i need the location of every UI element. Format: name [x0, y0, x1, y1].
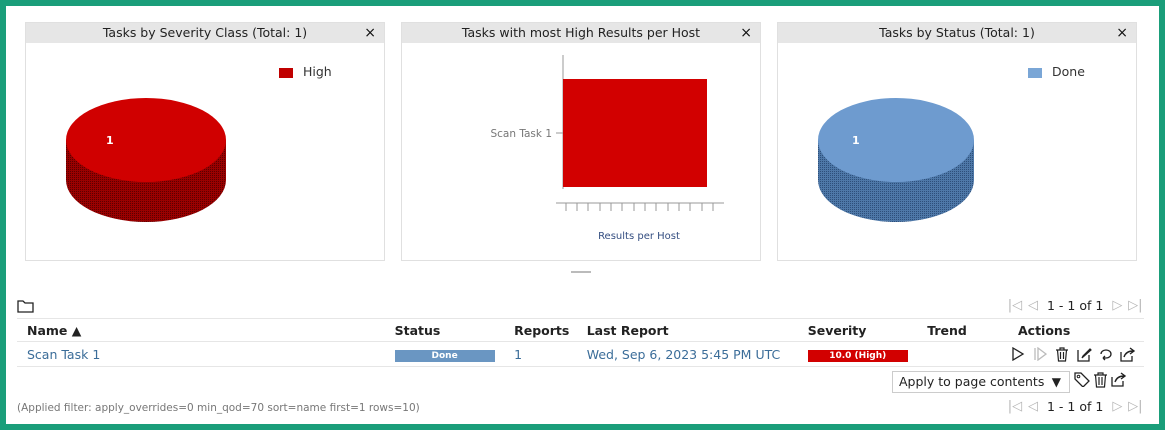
actions-cell: [1008, 341, 1144, 367]
prev-page-icon[interactable]: ◁: [1025, 399, 1041, 414]
last-report-link[interactable]: Wed, Sep 6, 2023 5:45 PM UTC: [576, 341, 798, 367]
pagination-top: |◁ ◁ 1 - 1 of 1 ▷ ▷|: [1007, 298, 1143, 313]
bulk-actions: [1074, 372, 1127, 392]
legend-item-high: High: [279, 64, 332, 79]
panel-header: Tasks by Status (Total: 1) ×: [778, 23, 1136, 43]
close-icon[interactable]: ×: [740, 23, 752, 43]
legend-swatch: [1028, 67, 1042, 78]
panel-header: Tasks with most High Results per Host ×: [402, 23, 760, 43]
hosts-bar-chart: Scan Task 1 Results per Host: [490, 55, 724, 242]
severity-chart-panel: Tasks by Severity Class (Total: 1) × 1 H…: [25, 22, 385, 261]
panel-title: Tasks with most High Results per Host: [461, 25, 701, 40]
start-icon[interactable]: [1008, 345, 1028, 363]
close-icon[interactable]: ×: [364, 23, 376, 43]
panel-title: Tasks by Severity Class (Total: 1): [102, 25, 308, 40]
page-frame: Tasks by Severity Class (Total: 1) × 1 H…: [6, 6, 1159, 424]
x-axis-ticks: [565, 203, 714, 211]
pie-slice-done[interactable]: [818, 98, 974, 182]
table-row: Scan Task 1 Done 1 Wed, Sep 6, 2023 5:45…: [17, 341, 1144, 367]
hosts-chart-panel: Tasks with most High Results per Host ×: [401, 22, 761, 261]
clone-icon[interactable]: [1096, 345, 1116, 363]
bulk-action-value: Apply to page contents: [899, 374, 1045, 389]
dashboard-resize-handle[interactable]: [571, 271, 591, 273]
column-header-name[interactable]: Name ▲: [17, 318, 385, 342]
legend-item-done: Done: [1028, 64, 1085, 79]
column-header-trend[interactable]: Trend: [917, 318, 1008, 342]
resume-icon[interactable]: [1030, 345, 1050, 363]
export-icon[interactable]: [1111, 372, 1127, 392]
task-name-link[interactable]: Scan Task 1: [17, 341, 385, 367]
chevron-down-icon: ▼: [1051, 375, 1061, 389]
next-page-icon[interactable]: ▷: [1109, 298, 1125, 313]
prev-page-icon[interactable]: ◁: [1025, 298, 1041, 313]
first-page-icon[interactable]: |◁: [1007, 399, 1023, 414]
pagination-bottom: |◁ ◁ 1 - 1 of 1 ▷ ▷|: [1007, 399, 1143, 414]
last-page-icon[interactable]: ▷|: [1127, 298, 1143, 313]
trash-icon[interactable]: [1093, 372, 1108, 392]
trash-icon[interactable]: [1052, 345, 1072, 363]
row-actions: [1008, 345, 1144, 363]
reports-count-link[interactable]: 1: [504, 341, 577, 367]
severity-cell: 10.0 (High): [797, 341, 918, 367]
bulk-action-select[interactable]: Apply to page contents ▼: [892, 371, 1070, 393]
edit-icon[interactable]: [1074, 345, 1094, 363]
x-axis-label: Results per Host: [598, 231, 680, 242]
status-cell: Done: [384, 341, 505, 367]
column-header-actions: Actions: [1008, 318, 1144, 342]
pagination-text: 1 - 1 of 1: [1047, 399, 1104, 414]
status-chart-panel: Tasks by Status (Total: 1) × 1 Done: [777, 22, 1137, 261]
pagination-text: 1 - 1 of 1: [1047, 298, 1104, 313]
y-tick-label: Scan Task 1: [490, 128, 552, 140]
close-icon[interactable]: ×: [1116, 23, 1128, 43]
applied-filter-text: (Applied filter: apply_overrides=0 min_q…: [17, 402, 420, 414]
export-icon[interactable]: [1118, 345, 1138, 363]
pie-slice-label: 1: [106, 134, 114, 147]
column-header-reports[interactable]: Reports: [504, 318, 577, 342]
pie-slice-label: 1: [852, 134, 860, 147]
legend-label: Done: [1052, 64, 1085, 79]
legend-swatch: [279, 67, 293, 78]
first-page-icon[interactable]: |◁: [1007, 298, 1023, 313]
pie-slice-high[interactable]: [66, 98, 226, 182]
last-page-icon[interactable]: ▷|: [1127, 399, 1143, 414]
folder-icon[interactable]: [17, 298, 35, 317]
panel-header: Tasks by Severity Class (Total: 1) ×: [26, 23, 384, 43]
column-header-status[interactable]: Status: [384, 318, 505, 342]
trend-cell: [917, 341, 1008, 367]
legend-label: High: [303, 64, 332, 79]
next-page-icon[interactable]: ▷: [1109, 399, 1125, 414]
column-header-last-report[interactable]: Last Report: [576, 318, 798, 342]
bar-scan-task-1[interactable]: [563, 79, 707, 187]
status-badge: Done: [394, 350, 495, 362]
table-header-row: Name ▲ Status Reports Last Report Severi…: [17, 318, 1144, 342]
tag-icon[interactable]: [1074, 372, 1090, 392]
column-header-severity[interactable]: Severity: [797, 318, 918, 342]
panel-title: Tasks by Status (Total: 1): [879, 25, 1035, 40]
severity-badge: 10.0 (High): [807, 350, 908, 362]
tasks-table: Name ▲ Status Reports Last Report Severi…: [17, 318, 1144, 367]
